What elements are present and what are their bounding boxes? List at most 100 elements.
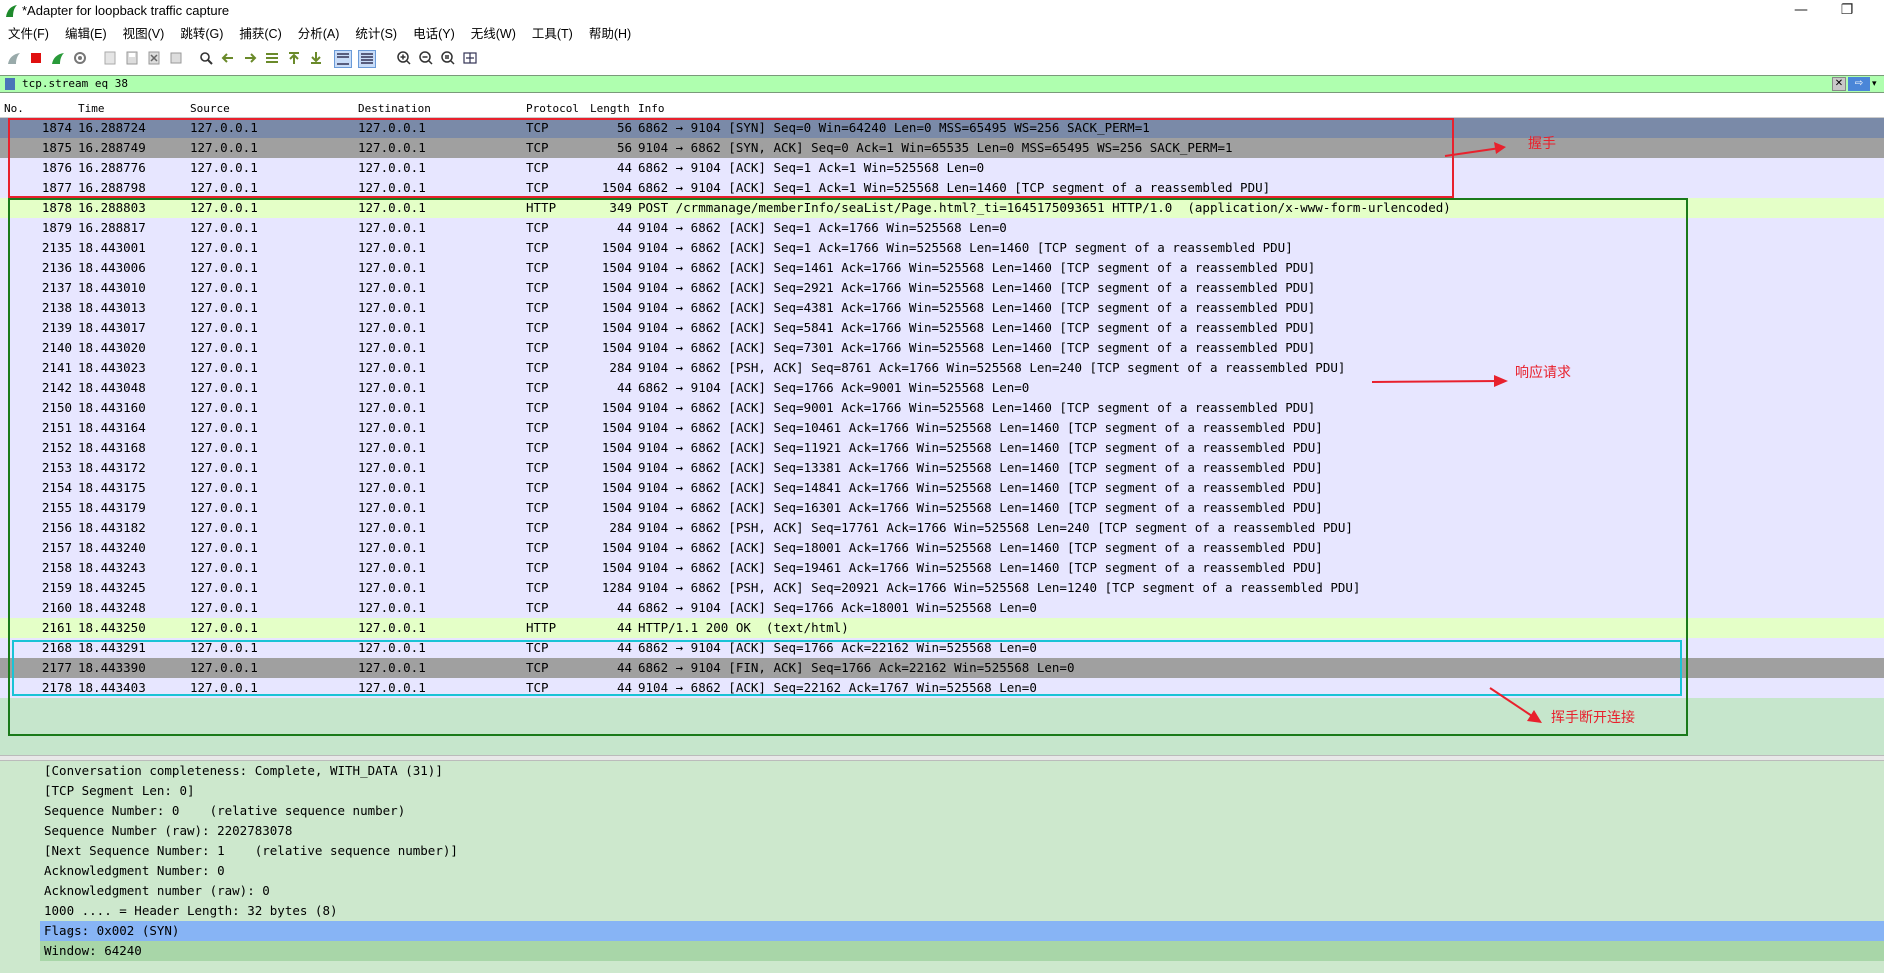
packet-length: 1504: [601, 320, 632, 335]
find-packet-icon[interactable]: [198, 50, 214, 66]
menu-capture[interactable]: 捕获(C): [231, 24, 289, 44]
packet-row[interactable]: 2152 18.443168 127.0.0.1 127.0.0.1 TCP 1504 91…: [0, 438, 1884, 458]
packet-row[interactable]: 2137 18.443010 127.0.0.1 127.0.0.1 TCP 1504 91…: [0, 278, 1884, 298]
packet-row[interactable]: 2153 18.443172 127.0.0.1 127.0.0.1 TCP 1504 91…: [0, 458, 1884, 478]
packet-source: 127.0.0.1: [190, 300, 258, 315]
packet-row[interactable]: 2159 18.443245 127.0.0.1 127.0.0.1 TCP 1284 91…: [0, 578, 1884, 598]
restart-capture-icon[interactable]: [50, 50, 66, 66]
column-info[interactable]: Info: [638, 102, 665, 115]
zoom-out-icon[interactable]: [418, 50, 434, 66]
packet-row[interactable]: 2177 18.443390 127.0.0.1 127.0.0.1 TCP 44 6862…: [0, 658, 1884, 678]
display-filter-input[interactable]: tcp.stream eq 38: [22, 77, 128, 90]
packet-row[interactable]: 2156 18.443182 127.0.0.1 127.0.0.1 TCP 284 910…: [0, 518, 1884, 538]
packet-row[interactable]: 2158 18.443243 127.0.0.1 127.0.0.1 TCP 1504 91…: [0, 558, 1884, 578]
packet-row[interactable]: 2160 18.443248 127.0.0.1 127.0.0.1 TCP 44 6862…: [0, 598, 1884, 618]
packet-info: 9104 → 6862 [ACK] Seq=1 Ack=1766 Win=525…: [638, 240, 1293, 255]
packet-row[interactable]: 1874 16.288724 127.0.0.1 127.0.0.1 TCP 56 6862…: [0, 118, 1884, 138]
auto-scroll-icon[interactable]: [334, 50, 352, 68]
packet-row[interactable]: 2136 18.443006 127.0.0.1 127.0.0.1 TCP 1504 91…: [0, 258, 1884, 278]
capture-options-icon[interactable]: [72, 50, 88, 66]
column-protocol[interactable]: Protocol: [526, 102, 579, 115]
packet-row[interactable]: 2151 18.443164 127.0.0.1 127.0.0.1 TCP 1504 91…: [0, 418, 1884, 438]
packet-destination: 127.0.0.1: [358, 520, 426, 535]
packet-time: 18.443243: [78, 560, 146, 575]
reload-file-icon[interactable]: [168, 50, 184, 66]
packet-row[interactable]: 1876 16.288776 127.0.0.1 127.0.0.1 TCP 44 6862…: [0, 158, 1884, 178]
menu-tools[interactable]: 工具(T): [524, 24, 581, 44]
menu-view[interactable]: 视图(V): [115, 24, 173, 44]
packet-row[interactable]: 2139 18.443017 127.0.0.1 127.0.0.1 TCP 1504 91…: [0, 318, 1884, 338]
packet-row[interactable]: 2168 18.443291 127.0.0.1 127.0.0.1 TCP 44 6862…: [0, 638, 1884, 658]
save-file-icon[interactable]: [124, 50, 140, 66]
expand-chevron-icon[interactable]: ›: [66, 921, 73, 941]
menu-edit[interactable]: 编辑(E): [57, 24, 115, 44]
packet-row[interactable]: 2161 18.443250 127.0.0.1 127.0.0.1 HTTP 44 HTT…: [0, 618, 1884, 638]
packet-row[interactable]: 2157 18.443240 127.0.0.1 127.0.0.1 TCP 1504 91…: [0, 538, 1884, 558]
packet-row[interactable]: 2142 18.443048 127.0.0.1 127.0.0.1 TCP 44 6862…: [0, 378, 1884, 398]
menu-analyze[interactable]: 分析(A): [290, 24, 348, 44]
packet-row[interactable]: 2155 18.443179 127.0.0.1 127.0.0.1 TCP 1504 91…: [0, 498, 1884, 518]
start-capture-icon[interactable]: [6, 50, 22, 66]
restore-button[interactable]: ❐: [1824, 0, 1870, 22]
filter-dropdown-icon[interactable]: ▾: [1872, 77, 1882, 91]
packet-row[interactable]: 2154 18.443175 127.0.0.1 127.0.0.1 TCP 1504 91…: [0, 478, 1884, 498]
packet-row[interactable]: 2135 18.443001 127.0.0.1 127.0.0.1 TCP 1504 91…: [0, 238, 1884, 258]
column-no[interactable]: No.: [4, 102, 24, 115]
detail-row[interactable]: Window: 64240: [40, 941, 1884, 961]
close-file-icon[interactable]: [146, 50, 162, 66]
detail-row[interactable]: Sequence Number (raw): 2202783078: [0, 821, 1884, 841]
packet-row[interactable]: 2178 18.443403 127.0.0.1 127.0.0.1 TCP 44 9104…: [0, 678, 1884, 698]
menu-wireless[interactable]: 无线(W): [463, 24, 524, 44]
packet-row[interactable]: 1879 16.288817 127.0.0.1 127.0.0.1 TCP 44 9104…: [0, 218, 1884, 238]
normal-size-icon[interactable]: [440, 50, 456, 66]
detail-row[interactable]: [Next Sequence Number: 1 (relative seque…: [0, 841, 1884, 861]
column-time[interactable]: Time: [78, 102, 105, 115]
open-file-icon[interactable]: [102, 50, 118, 66]
packet-destination: 127.0.0.1: [358, 140, 426, 155]
packet-source: 127.0.0.1: [190, 500, 258, 515]
detail-row[interactable]: Sequence Number: 0 (relative sequence nu…: [0, 801, 1884, 821]
column-length[interactable]: Length: [590, 102, 630, 115]
resize-columns-icon[interactable]: [462, 50, 478, 66]
detail-row[interactable]: Acknowledgment number (raw): 0: [0, 881, 1884, 901]
packet-row[interactable]: 1875 16.288749 127.0.0.1 127.0.0.1 TCP 56 9104…: [0, 138, 1884, 158]
menu-file[interactable]: 文件(F): [0, 24, 57, 44]
detail-row[interactable]: [TCP Segment Len: 0]: [0, 781, 1884, 801]
detail-row[interactable]: › Flags: 0x002 (SYN): [40, 921, 1884, 941]
packet-row[interactable]: 2140 18.443020 127.0.0.1 127.0.0.1 TCP 1504 91…: [0, 338, 1884, 358]
menu-statistics[interactable]: 统计(S): [347, 24, 405, 44]
detail-row[interactable]: 1000 .... = Header Length: 32 bytes (8): [0, 901, 1884, 921]
detail-row[interactable]: [Conversation completeness: Complete, WI…: [0, 761, 1884, 781]
packet-length: 44: [616, 640, 632, 655]
go-back-icon[interactable]: [220, 50, 236, 66]
packet-source: 127.0.0.1: [190, 440, 258, 455]
packet-length: 1284: [601, 580, 632, 595]
detail-text: 1000 .... = Header Length: 32 bytes (8): [44, 903, 338, 918]
packet-no: 2141: [41, 360, 72, 375]
zoom-in-icon[interactable]: [396, 50, 412, 66]
column-source[interactable]: Source: [190, 102, 230, 115]
packet-time: 18.443291: [78, 640, 146, 655]
column-destination[interactable]: Destination: [358, 102, 431, 115]
menu-help[interactable]: 帮助(H): [581, 24, 639, 44]
packet-row[interactable]: 1878 16.288803 127.0.0.1 127.0.0.1 HTTP 349 PO…: [0, 198, 1884, 218]
stop-capture-icon[interactable]: [28, 50, 44, 66]
menu-go[interactable]: 跳转(G): [172, 24, 231, 44]
minimize-button[interactable]: —: [1778, 0, 1824, 22]
first-packet-icon[interactable]: [286, 50, 302, 66]
clear-filter-button[interactable]: ✕: [1832, 77, 1846, 91]
colorize-icon[interactable]: [358, 50, 376, 68]
packet-row[interactable]: 2150 18.443160 127.0.0.1 127.0.0.1 TCP 1504 91…: [0, 398, 1884, 418]
go-forward-icon[interactable]: [242, 50, 258, 66]
last-packet-icon[interactable]: [308, 50, 324, 66]
packet-row[interactable]: 2141 18.443023 127.0.0.1 127.0.0.1 TCP 284 910…: [0, 358, 1884, 378]
packet-destination: 127.0.0.1: [358, 480, 426, 495]
packet-row[interactable]: 1877 16.288798 127.0.0.1 127.0.0.1 TCP 1504 68…: [0, 178, 1884, 198]
bookmark-icon[interactable]: [5, 78, 15, 90]
go-to-packet-icon[interactable]: [264, 50, 280, 66]
packet-row[interactable]: 2138 18.443013 127.0.0.1 127.0.0.1 TCP 1504 91…: [0, 298, 1884, 318]
packet-protocol: TCP: [526, 680, 549, 695]
apply-filter-button[interactable]: ⇨: [1848, 77, 1870, 91]
detail-row[interactable]: Acknowledgment Number: 0: [0, 861, 1884, 881]
menu-telephony[interactable]: 电话(Y): [405, 24, 463, 44]
